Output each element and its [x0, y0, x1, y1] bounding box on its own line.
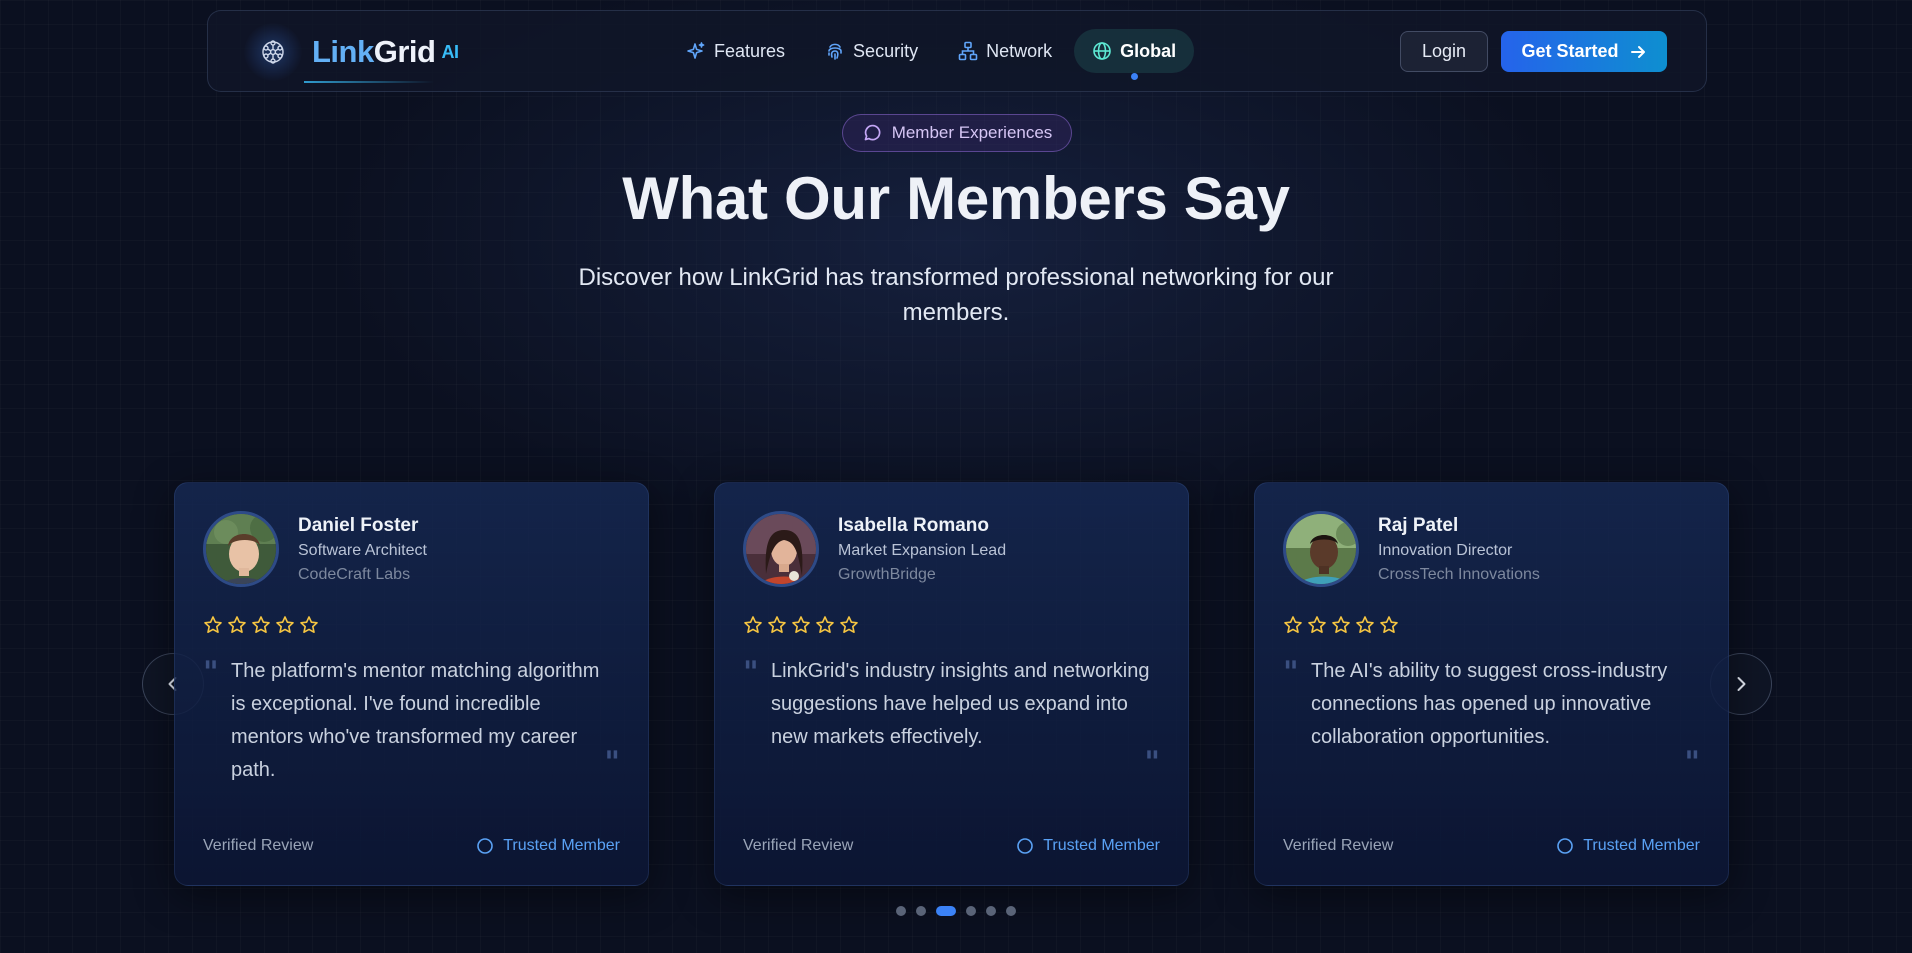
avatar — [743, 511, 819, 587]
person-company: CodeCraft Labs — [298, 566, 411, 583]
person-role: Software Architect — [298, 542, 427, 559]
badge-label: Member Experiences — [891, 123, 1053, 142]
circle-icon — [1017, 838, 1034, 854]
nav-item-global[interactable]: Global — [1074, 29, 1195, 80]
person-name: Daniel Foster — [298, 515, 419, 536]
network-icon — [958, 41, 978, 61]
star-rating — [203, 615, 323, 635]
person-company: CrossTech Innovations — [1378, 566, 1540, 583]
page-title: What Our Members Say — [622, 165, 1290, 232]
star-icon — [816, 616, 834, 633]
testimonial-card: Raj Patel Innovation Director CrossTech … — [1254, 482, 1729, 886]
testimonial-card: Daniel Foster Software Architect CodeCra… — [174, 482, 649, 886]
globe-icon — [1093, 42, 1111, 60]
brain-network-icon — [244, 23, 302, 81]
quote-open-icon: " — [203, 655, 219, 690]
person-name: Isabella Romano — [838, 515, 989, 536]
carousel-dot[interactable] — [986, 906, 996, 916]
circle-icon — [477, 838, 494, 854]
nav-links: Features Security Network Global — [668, 29, 1198, 80]
chevron-right-icon — [1737, 677, 1746, 691]
trusted-member-badge: Trusted Member — [476, 837, 620, 855]
quote-open-icon: " — [1283, 655, 1299, 690]
carousel-dot[interactable] — [916, 906, 926, 916]
fingerprint-icon — [828, 43, 842, 60]
trusted-member-label: Trusted Member — [503, 837, 620, 854]
message-circle-icon — [864, 124, 881, 141]
star-rating — [743, 615, 863, 635]
trusted-member-badge: Trusted Member — [1016, 837, 1160, 855]
avatar — [203, 511, 279, 587]
nav-item-label: Network — [986, 40, 1053, 61]
sparkles-icon — [687, 42, 705, 59]
star-icon — [1284, 616, 1302, 633]
star-icon — [276, 616, 294, 633]
carousel-dot[interactable] — [966, 906, 976, 916]
star-rating — [1283, 615, 1403, 635]
testimonial-quote: LinkGrid's industry insights and network… — [771, 660, 1150, 748]
brand-name: LinkGrid AI — [312, 34, 459, 70]
get-started-label: Get Started — [1521, 41, 1619, 61]
star-icon — [228, 616, 246, 633]
quote-close-icon: " — [1684, 745, 1700, 780]
get-started-button[interactable]: Get Started — [1501, 31, 1667, 72]
testimonial-quote: The platform's mentor matching algorithm… — [231, 660, 600, 781]
verified-review-label: Verified Review — [203, 837, 314, 854]
star-icon — [792, 616, 810, 633]
star-icon — [1356, 616, 1374, 633]
nav-item-label: Security — [853, 40, 919, 61]
avatar — [1283, 511, 1359, 587]
star-icon — [768, 616, 786, 633]
star-icon — [204, 616, 222, 633]
active-indicator-dot — [1131, 73, 1139, 80]
carousel-dot-active[interactable] — [936, 906, 956, 916]
carousel-pagination — [0, 906, 1912, 916]
trusted-member-label: Trusted Member — [1583, 837, 1700, 854]
person-company: GrowthBridge — [838, 566, 936, 583]
nav-item-security[interactable]: Security — [807, 29, 936, 73]
star-icon — [300, 616, 318, 633]
person-name: Raj Patel — [1378, 515, 1459, 536]
brand-name-part2: Grid — [373, 34, 436, 69]
testimonial-quote: The AI's ability to suggest cross-indust… — [1311, 660, 1668, 748]
quote-open-icon: " — [743, 655, 759, 690]
star-icon — [1332, 616, 1350, 633]
person-role: Innovation Director — [1378, 542, 1513, 559]
verified-review-label: Verified Review — [1283, 837, 1394, 854]
quote-close-icon: " — [1144, 745, 1160, 780]
circle-icon — [1557, 838, 1574, 854]
quote-close-icon: " — [604, 745, 620, 780]
nav-item-label: Features — [714, 40, 786, 61]
brand-underline — [304, 81, 434, 83]
brand-logo-link[interactable]: LinkGrid AI — [244, 23, 459, 83]
star-icon — [1380, 616, 1398, 633]
brand-name-part1: Link — [312, 34, 374, 69]
carousel-dot[interactable] — [1006, 906, 1016, 916]
section-badge: Member Experiences — [842, 114, 1072, 152]
arrow-right-icon — [1630, 45, 1645, 58]
trusted-member-badge: Trusted Member — [1556, 837, 1700, 855]
star-icon — [1308, 616, 1326, 633]
brand-ai-suffix: AI — [441, 42, 459, 62]
person-role: Market Expansion Lead — [838, 542, 1007, 559]
star-icon — [744, 616, 762, 633]
testimonial-card: Isabella Romano Market Expansion Lead Gr… — [714, 482, 1189, 886]
trusted-member-label: Trusted Member — [1043, 837, 1160, 854]
nav-item-label: Global — [1120, 40, 1177, 61]
login-button[interactable]: Login — [1400, 31, 1488, 72]
nav-item-network[interactable]: Network — [940, 29, 1070, 73]
carousel-dot[interactable] — [896, 906, 906, 916]
navbar: LinkGrid AI Features Security Network Gl… — [207, 10, 1707, 92]
star-icon — [252, 616, 270, 633]
verified-review-label: Verified Review — [743, 837, 854, 854]
star-icon — [840, 616, 858, 633]
page-subtitle: Discover how LinkGrid has transformed pr… — [578, 264, 1334, 326]
nav-item-features[interactable]: Features — [668, 29, 803, 73]
